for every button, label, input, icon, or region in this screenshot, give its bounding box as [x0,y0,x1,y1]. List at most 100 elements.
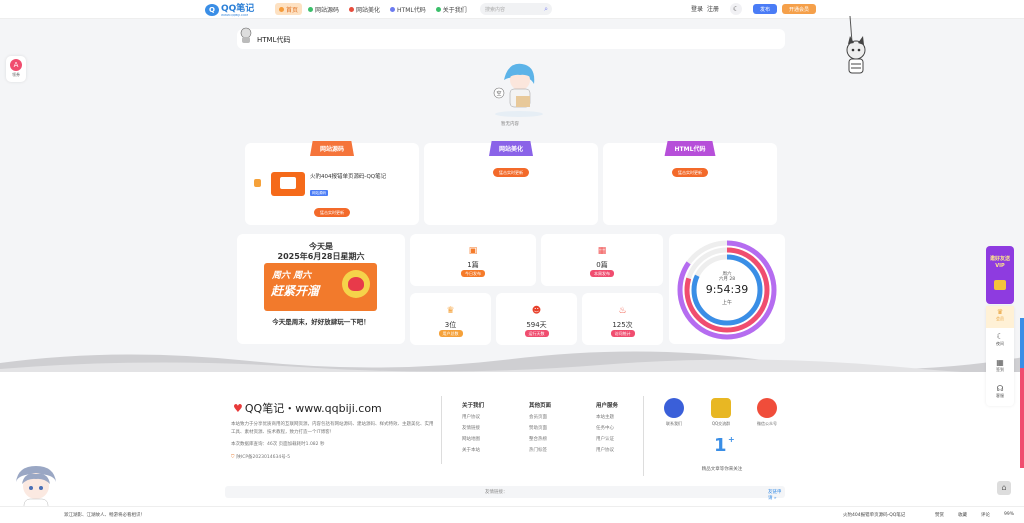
search-placeholder: 搜索内容 [485,6,506,13]
nav-item[interactable]: 网站源码 [304,3,343,15]
wechat-icon[interactable] [757,398,777,418]
today-message: 今天是周末，好好放肆玩一下吧！ [272,318,370,326]
apply-link[interactable]: 友链申请 » [768,489,785,501]
logo-mark-icon: Q [205,3,219,16]
footer-link[interactable]: 用户认证 [596,436,618,442]
vip-button-label: 开通会员 [788,6,809,13]
post-title[interactable]: 火豹404报错单页源码-QQ笔记 [310,173,390,181]
social-label: 联系我们 [666,421,682,426]
headset-icon: ☊ [996,384,1004,393]
category-title[interactable]: 网站美化 [488,141,534,156]
footer-divider [643,396,644,476]
coupon-float[interactable]: A 领券 [6,56,26,82]
footer-link[interactable]: 会员页面 [529,414,551,420]
nav-item[interactable]: 关于我们 [432,3,471,15]
side-toolbar: ♛ 会员 ☾ 夜间 ▦ 签到 ☊ 客服 [986,306,1014,406]
category-title[interactable]: HTML代码 [664,141,716,156]
clock-card: 周六 六月 28 9:54:39 上午 [669,234,785,344]
side-item-label: 夜间 [996,341,1004,346]
side-item-label: 会员 [996,316,1004,321]
current-article-title[interactable]: 火豹404报错单页源码-QQ笔记 [843,512,905,518]
footer-link[interactable]: 用户协议 [462,414,484,420]
footer-link[interactable]: 热门标签 [529,447,551,453]
invite-promo-text: 邀好友送VIP [989,256,1010,269]
post-thumbnail[interactable] [271,172,305,196]
post-button-label: 发布 [759,6,770,13]
gift-icon [994,280,1006,290]
invite-promo[interactable]: 邀好友送VIP [986,246,1014,304]
empty-text: 暂无内容 [501,122,519,127]
clock-period: 上午 [721,300,732,306]
category-refresh-button[interactable]: 猛击实时更新 [672,168,708,177]
side-item-label: 客服 [996,393,1004,398]
logo-subtext: WWW.QQBIJI.COM [221,13,248,17]
footer-link[interactable]: 友情链接 [462,425,484,431]
today-card: 今天是 2025年6月28日星期六 周六 周六 赶紧开溜 今天是周末，好好放肆玩… [237,234,405,344]
register-link[interactable]: 注册 [707,4,719,13]
category-card-html: HTML代码 猛击实时更新 [603,141,777,225]
footer-query-text: 本次数据库查询：46次 页面加载耗时1.082 秒 [231,442,325,447]
crown-icon: ♛ [996,308,1004,316]
dark-mode-icon[interactable]: ☾ [730,3,742,15]
footer-link[interactable]: 本站主题 [596,414,618,420]
footer-divider [441,396,442,464]
category-title[interactable]: 网站源码 [309,141,355,156]
like-button[interactable]: 赞赏 [935,512,944,518]
clock-date: 六月 28 [718,277,736,282]
post-tag[interactable]: 网站源码 [310,190,328,196]
nav-item[interactable]: HTML代码 [386,3,430,15]
nav-label: 网站美化 [356,6,381,14]
footer-link[interactable]: 用户协议 [596,447,618,453]
service-item[interactable]: ☊ 客服 [986,384,1014,399]
stat-label: 今日发布 [461,270,485,277]
post-button[interactable]: 发布 [753,4,777,14]
nav-item[interactable]: 网站美化 [345,3,384,15]
nav-item[interactable]: 首页 [275,3,303,15]
stat-value: 594天 [526,321,547,329]
vip-button[interactable]: 开通会员 [782,4,816,14]
clock-time: 9:54:39 [705,283,749,296]
category-refresh-button[interactable]: 猛击实时更新 [314,208,350,217]
footer-link[interactable]: 网站地图 [462,436,484,442]
footer-link[interactable]: 任务中心 [596,425,618,431]
search-input[interactable]: 搜索内容 ⌕ [480,3,552,15]
dot-icon [435,6,441,12]
comment-button[interactable]: 评论 [981,512,990,518]
side-item-label: 签到 [996,367,1004,372]
contact-icon[interactable] [664,398,684,418]
stat-label: 本周发布 [590,270,614,277]
favorite-button[interactable]: 收藏 [958,512,967,518]
breadcrumb: HTML代码 [237,27,785,49]
today-date: 2025年6月28日星期六 [277,252,365,261]
map-pin-icon [308,6,314,12]
moon-icon: ☾ [996,332,1004,341]
checkin-item[interactable]: ▦ 签到 [986,358,1014,373]
category-refresh-button[interactable]: 猛击实时更新 [493,168,529,177]
footer-column: 关于我们 用户协议 友情链接 网站地图 关于本站 [462,401,484,453]
banner-top: 周六 周六 [272,271,312,281]
search-icon[interactable]: ⌕ [544,5,548,14]
hanging-cat-icon [846,16,866,74]
stat-label: 运行天数 [524,330,549,337]
footer [0,372,1024,523]
footer-brand: ♥ QQ笔记・www.qqbiji.com [233,400,382,416]
home-icon [279,6,284,12]
footer-icp[interactable]: ⛉ 陕ICP备2023014634号-5 [231,454,436,462]
hot-icon [254,179,261,187]
svg-text:空: 空 [496,90,501,97]
footer-link[interactable]: 赞助页面 [529,425,551,431]
empty-state-illustration: 空 [493,63,543,117]
heart-logo-icon: ♥ [233,401,243,415]
bottom-bar: 漱江湖影、江湖故人、畅游将必看相识！ 火豹404报错单页源码-QQ笔记 赞赏 收… [0,506,1024,523]
footer-link[interactable]: 整合热榜 [529,436,551,442]
back-to-top-icon[interactable]: ⌂ [997,481,1011,495]
footer-description: 本站致力于分享优质商用的互联网资源，内容包括有网站源码、建站源码、样式特效、主题… [231,421,436,461]
footer-link[interactable]: 关于本站 [462,447,484,453]
coupon-icon: A [10,59,22,71]
banner-main: 赶紧开溜 [271,284,320,298]
night-mode-item[interactable]: ☾ 夜间 [986,332,1014,347]
site-logo[interactable]: Q QQ笔记 WWW.QQBIJI.COM [205,2,254,17]
qq-group-icon[interactable] [711,398,731,418]
member-item[interactable]: ♛ 会员 [986,306,1014,328]
login-link[interactable]: 登录 [691,4,703,13]
